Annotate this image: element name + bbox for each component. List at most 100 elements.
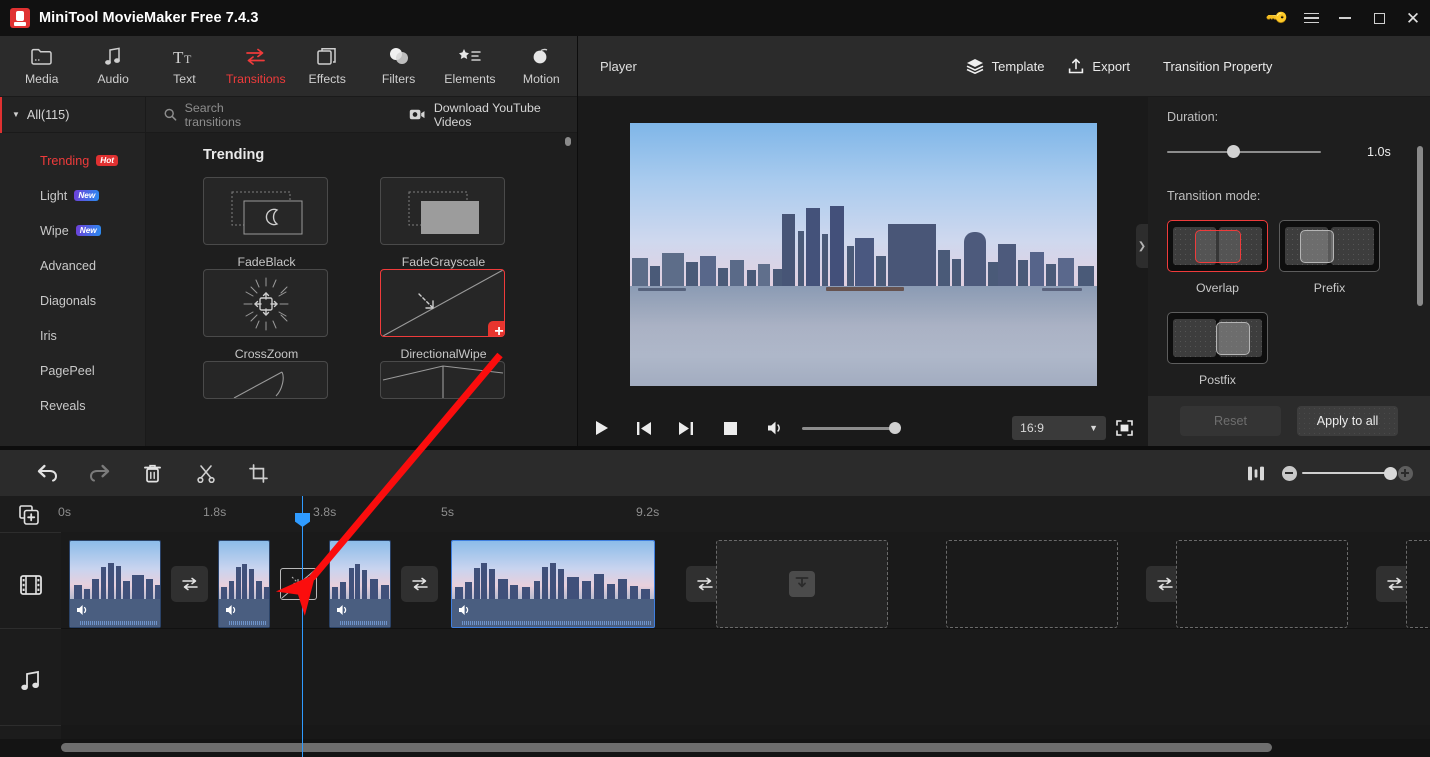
chevron-down-icon: ▼: [12, 110, 20, 119]
ribbon-item-transitions[interactable]: Transitions: [220, 37, 291, 95]
player-header: Player Template Export: [578, 36, 1148, 97]
ribbon-item-text[interactable]: TT Text: [149, 37, 220, 95]
library-scrollbar[interactable]: [565, 137, 571, 146]
postfix-indicator: [1216, 321, 1250, 355]
transitions-icon: [244, 47, 267, 67]
category-item-wipe[interactable]: Wipe New: [0, 213, 145, 248]
transition-card-fadeblack[interactable]: FadeBlack: [203, 177, 380, 269]
timeline-ruler[interactable]: 0s 1.8s 3.8s 5s 9.2s: [0, 496, 1430, 532]
timeline-horizontal-scrollbar[interactable]: [61, 743, 1272, 752]
timeline-zoom-knob[interactable]: [1384, 466, 1397, 480]
playhead[interactable]: [295, 496, 310, 757]
ribbon-item-filters[interactable]: Filters: [363, 37, 434, 95]
transition-property-panel: Transition Property ❯ Duration: 1.0s Tra…: [1136, 36, 1430, 446]
category-item-iris[interactable]: Iris: [0, 318, 145, 353]
next-frame-icon: [679, 421, 693, 435]
category-label: PagePeel: [40, 363, 95, 378]
close-button[interactable]: ✕: [1396, 0, 1430, 36]
category-item-advanced[interactable]: Advanced: [0, 248, 145, 283]
split-button[interactable]: [179, 450, 232, 496]
previous-frame-button[interactable]: [626, 410, 662, 446]
ribbon-label: Elements: [444, 71, 496, 86]
transition-button[interactable]: [171, 566, 208, 602]
transition-card-partial-left[interactable]: [203, 361, 380, 399]
audio-track-icon: [0, 670, 61, 692]
add-transition-button[interactable]: +: [488, 321, 504, 336]
next-frame-button[interactable]: [668, 410, 704, 446]
undo-button[interactable]: [20, 450, 73, 496]
mode-option-overlap[interactable]: Overlap: [1167, 220, 1279, 295]
split-view-button[interactable]: [1236, 450, 1276, 496]
apply-to-all-button[interactable]: Apply to all: [1297, 406, 1398, 436]
category-item-trending[interactable]: Trending Hot: [0, 143, 145, 178]
transition-card-fadegrayscale[interactable]: FadeGrayscale: [380, 177, 557, 269]
duration-slider-knob[interactable]: [1227, 145, 1240, 159]
timeline-clip[interactable]: [329, 540, 391, 628]
library-panel: Media Audio TT Text Transitions Effects …: [0, 36, 577, 446]
category-item-pagepeel[interactable]: PagePeel: [0, 353, 145, 388]
all-transitions-row[interactable]: ▼ All(115): [0, 97, 145, 133]
ribbon-item-motion[interactable]: Motion: [506, 37, 577, 95]
ribbon-item-elements[interactable]: Elements: [434, 37, 505, 95]
clip-volume-icon[interactable]: [458, 603, 472, 621]
video-preview[interactable]: [629, 123, 1097, 386]
timeline-zoom-slider[interactable]: [1302, 466, 1397, 480]
undo-icon: [37, 464, 57, 482]
volume-knob[interactable]: [889, 422, 901, 434]
clip-audio-strip: [452, 599, 654, 627]
transition-card-directionalwipe[interactable]: + DirectionalWipe: [380, 269, 557, 361]
audio-track-row[interactable]: [61, 629, 1430, 725]
aspect-ratio-select[interactable]: 16:9 ▼: [1012, 416, 1106, 440]
category-item-diagonals[interactable]: Diagonals: [0, 283, 145, 318]
clip-placeholder[interactable]: [1406, 540, 1430, 628]
crop-button[interactable]: [232, 450, 285, 496]
category-item-light[interactable]: Light New: [0, 178, 145, 213]
ribbon-item-media[interactable]: Media: [6, 37, 77, 95]
duration-slider[interactable]: [1167, 145, 1321, 159]
add-track-button[interactable]: [18, 504, 40, 526]
clip-volume-icon[interactable]: [336, 603, 350, 621]
menu-button[interactable]: [1294, 0, 1328, 36]
clip-placeholder[interactable]: [946, 540, 1118, 628]
transition-card-crosszoom[interactable]: CrossZoom: [203, 269, 380, 361]
library-toolbar: Search transitions Download YouTube Vide…: [146, 97, 577, 133]
export-button[interactable]: Export: [1068, 58, 1130, 74]
timeline-clip[interactable]: [218, 540, 270, 628]
download-youtube-button[interactable]: Download YouTube Videos: [409, 101, 577, 129]
player-label: Player: [600, 58, 637, 74]
mode-option-postfix[interactable]: Postfix: [1167, 312, 1279, 387]
play-button[interactable]: [584, 410, 620, 446]
template-button[interactable]: Template: [966, 58, 1044, 74]
clip-volume-icon[interactable]: [76, 603, 90, 621]
download-youtube-label: Download YouTube Videos: [433, 100, 541, 129]
zoom-out-button[interactable]: [1276, 450, 1302, 496]
clip-volume-icon[interactable]: [225, 603, 239, 621]
redo-button[interactable]: [73, 450, 126, 496]
mode-option-prefix[interactable]: Prefix: [1279, 220, 1391, 295]
volume-slider[interactable]: [802, 422, 901, 434]
clip-placeholder[interactable]: [716, 540, 888, 628]
timeline-clip[interactable]: [69, 540, 161, 628]
timeline-clip[interactable]: [451, 540, 655, 628]
minimize-button[interactable]: [1328, 0, 1362, 36]
reset-button[interactable]: Reset: [1180, 406, 1281, 436]
volume-button[interactable]: [758, 410, 794, 446]
stop-button[interactable]: [712, 410, 748, 446]
volume-icon: [768, 421, 780, 435]
fullscreen-button[interactable]: [1106, 410, 1142, 446]
maximize-button[interactable]: [1362, 0, 1396, 36]
mode-label: Postfix: [1199, 373, 1236, 387]
ribbon-item-audio[interactable]: Audio: [77, 37, 148, 95]
category-item-reveals[interactable]: Reveals: [0, 388, 145, 423]
search-input[interactable]: Search transitions: [164, 101, 280, 129]
delete-button[interactable]: [126, 450, 179, 496]
license-key-button[interactable]: 🔑: [1260, 0, 1294, 36]
panel-collapse-button[interactable]: ❯: [1136, 224, 1148, 268]
property-panel-scrollbar[interactable]: [1417, 146, 1423, 306]
transition-drop-slot[interactable]: [280, 568, 317, 600]
clip-placeholder[interactable]: [1176, 540, 1348, 628]
transition-button[interactable]: [401, 566, 438, 602]
app-logo-icon: [10, 8, 30, 28]
ribbon-item-effects[interactable]: Effects: [292, 37, 363, 95]
transition-card-partial-right[interactable]: [380, 361, 557, 399]
